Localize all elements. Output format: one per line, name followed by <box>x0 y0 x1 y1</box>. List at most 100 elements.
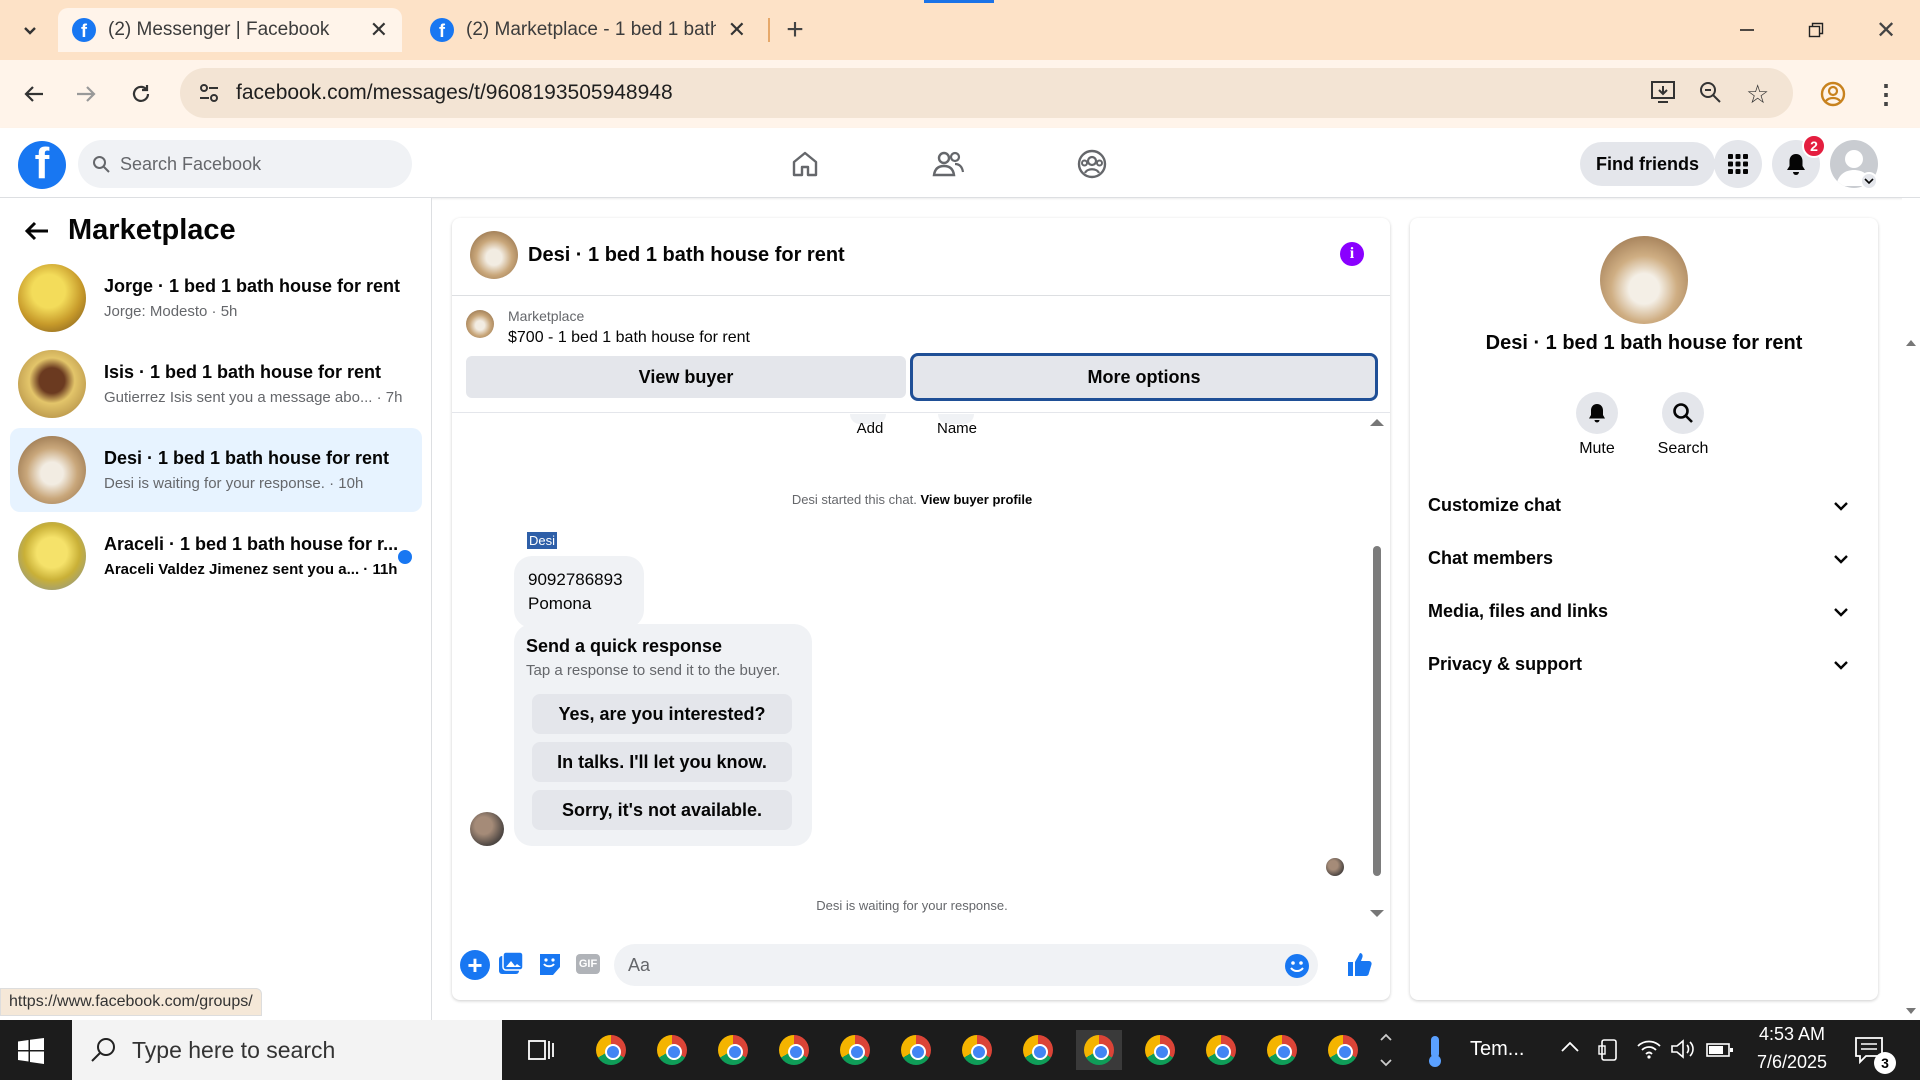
conversation-item-isis[interactable]: Isis · 1 bed 1 bath house for rent Gutier… <box>10 342 422 426</box>
close-window-icon[interactable]: ✕ <box>1866 10 1906 50</box>
show-hidden-icons-icon[interactable] <box>1560 1040 1580 1059</box>
section-label: Chat members <box>1428 547 1554 568</box>
chrome-taskbar-icon[interactable] <box>1198 1030 1244 1070</box>
add-action-label[interactable]: Add <box>850 420 890 437</box>
wifi-icon[interactable] <box>1636 1038 1662 1065</box>
reload-icon[interactable] <box>121 74 161 114</box>
conversation-title: Isis · 1 bed 1 bath house for rent <box>104 362 382 382</box>
facebook-logo-icon[interactable]: f <box>18 141 66 189</box>
close-tab-icon[interactable]: ✕ <box>728 17 746 43</box>
bookmark-star-icon[interactable]: ☆ <box>1746 79 1769 110</box>
chrome-taskbar-icon[interactable] <box>1320 1030 1366 1070</box>
section-privacy-support[interactable]: Privacy & support <box>1428 639 1860 689</box>
view-buyer-button[interactable]: View buyer <box>466 356 906 398</box>
sender-name: Desi <box>527 532 558 549</box>
thumbs-up-icon[interactable] <box>1346 950 1374 983</box>
restore-icon[interactable] <box>1796 10 1836 50</box>
new-tab-plus-icon[interactable]: + <box>775 10 815 50</box>
close-tab-icon[interactable]: ✕ <box>370 17 388 43</box>
site-info-icon[interactable] <box>198 82 220 110</box>
conversation-title: Jorge · 1 bed 1 bath house for rent <box>104 276 401 296</box>
find-friends-button[interactable]: Find friends <box>1580 142 1715 186</box>
search-label[interactable]: Search <box>1643 440 1723 458</box>
home-nav-icon[interactable] <box>773 140 837 188</box>
loading-indicator <box>924 0 994 3</box>
plus-actions-icon[interactable]: + <box>460 950 490 980</box>
mute-bell-icon[interactable] <box>1576 392 1618 434</box>
windows-start-icon[interactable] <box>18 1038 44 1069</box>
menu-grid-icon[interactable] <box>1714 140 1762 188</box>
name-action-label[interactable]: Name <box>932 420 982 437</box>
chat-started-text: Desi started this chat. <box>791 492 917 507</box>
more-options-button[interactable]: More options <box>910 353 1378 401</box>
chrome-taskbar-icon-active[interactable] <box>1076 1030 1122 1070</box>
chat-details-avatar[interactable] <box>1600 236 1688 324</box>
chrome-taskbar-icon[interactable] <box>588 1030 634 1070</box>
profile-icon[interactable] <box>1813 74 1853 114</box>
chrome-taskbar-icon[interactable] <box>771 1030 817 1070</box>
search-placeholder: Search Facebook <box>120 153 262 174</box>
device-icon[interactable] <box>1598 1038 1620 1067</box>
sticker-icon[interactable] <box>538 951 562 982</box>
chrome-taskbar-icon[interactable] <box>954 1030 1000 1070</box>
friends-nav-icon[interactable] <box>916 140 980 188</box>
minimize-icon[interactable] <box>1727 10 1767 50</box>
conversation-item-araceli[interactable]: Araceli · 1 bed 1 bath house for r... Ara… <box>10 514 422 598</box>
chrome-taskbar-icon[interactable] <box>649 1030 695 1070</box>
back-arrow-icon[interactable] <box>24 220 50 247</box>
emoji-icon[interactable] <box>1284 953 1310 984</box>
quick-response-button[interactable]: Sorry, it's not available. <box>532 790 792 830</box>
chat-panel: Desi · 1 bed 1 bath house for rent i Mar… <box>452 218 1390 1000</box>
read-receipt-avatar <box>1326 858 1344 876</box>
info-icon[interactable]: i <box>1340 242 1364 266</box>
search-icon[interactable] <box>1662 392 1704 434</box>
listing-source: Marketplace <box>508 308 585 324</box>
battery-icon[interactable] <box>1706 1042 1734 1063</box>
section-media-files-links[interactable]: Media, files and links <box>1428 586 1860 636</box>
thermometer-icon[interactable] <box>1424 1034 1446 1073</box>
clock-date[interactable]: 7/6/2025 <box>1742 1052 1842 1073</box>
section-customize-chat[interactable]: Customize chat <box>1428 480 1860 530</box>
listing-title[interactable]: $700 - 1 bed 1 bath house for rent <box>508 329 750 347</box>
tab-search-chevron-icon[interactable] <box>10 10 50 50</box>
conversation-item-desi[interactable]: Desi · 1 bed 1 bath house for rent Desi i… <box>10 428 422 512</box>
address-bar[interactable]: facebook.com/messages/t/9608193505948948… <box>180 68 1793 118</box>
account-chevron-icon[interactable] <box>1860 172 1878 190</box>
page-scrollbar[interactable] <box>1902 198 1920 1020</box>
weather-label[interactable]: Tem... <box>1470 1038 1524 1061</box>
attach-photo-icon[interactable] <box>498 951 524 982</box>
chrome-taskbar-icon[interactable] <box>1015 1030 1061 1070</box>
chat-scrollbar[interactable] <box>1368 416 1386 926</box>
conversation-item-jorge[interactable]: Jorge · 1 bed 1 bath house for rent Jorge… <box>10 256 422 340</box>
clock-time[interactable]: 4:53 AM <box>1742 1024 1842 1045</box>
tab-marketplace[interactable]: f (2) Marketplace - 1 bed 1 bath h ✕ <box>416 8 760 52</box>
tab-messenger[interactable]: f (2) Messenger | Facebook ✕ <box>58 8 402 52</box>
chat-avatar[interactable] <box>470 231 518 279</box>
chrome-taskbar-icon[interactable] <box>1259 1030 1305 1070</box>
groups-nav-icon[interactable] <box>1060 140 1124 188</box>
listing-thumbnail <box>466 310 494 338</box>
message-input[interactable]: Aa <box>614 944 1318 986</box>
chrome-taskbar-icon[interactable] <box>832 1030 878 1070</box>
chrome-taskbar-icon[interactable] <box>893 1030 939 1070</box>
taskbar-search-box[interactable]: Type here to search <box>72 1020 502 1080</box>
install-app-icon[interactable] <box>1650 80 1676 110</box>
sender-avatar[interactable] <box>470 812 504 846</box>
gif-icon[interactable]: GIF <box>576 954 600 974</box>
mute-label[interactable]: Mute <box>1557 440 1637 458</box>
zoom-icon[interactable] <box>1698 80 1722 110</box>
taskbar-scroll-arrows[interactable] <box>1378 1028 1394 1077</box>
chrome-taskbar-icon[interactable] <box>1137 1030 1183 1070</box>
volume-icon[interactable] <box>1670 1038 1696 1065</box>
task-view-icon[interactable] <box>518 1030 564 1070</box>
chat-title[interactable]: Desi · 1 bed 1 bath house for rent <box>528 244 845 267</box>
facebook-search-input[interactable]: Search Facebook <box>78 140 412 188</box>
back-arrow-icon[interactable] <box>14 74 54 114</box>
chrome-taskbar-icon[interactable] <box>710 1030 756 1070</box>
forward-arrow-icon[interactable] <box>66 74 106 114</box>
quick-response-button[interactable]: Yes, are you interested? <box>532 694 792 734</box>
browser-menu-icon[interactable]: ⋮ <box>1866 74 1906 114</box>
view-buyer-profile-link[interactable]: View buyer profile <box>920 492 1032 507</box>
section-chat-members[interactable]: Chat members <box>1428 533 1860 583</box>
quick-response-button[interactable]: In talks. I'll let you know. <box>532 742 792 782</box>
